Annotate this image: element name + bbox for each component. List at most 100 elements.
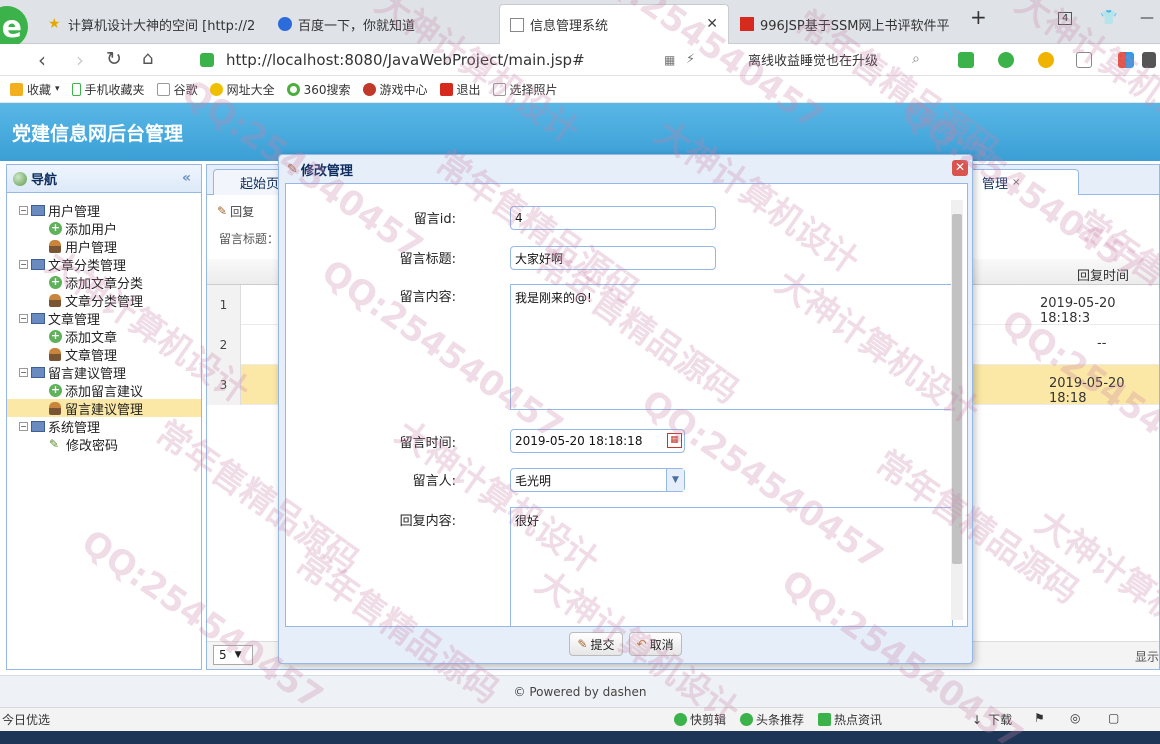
status-item-label: 快剪辑 [690,713,727,727]
tree-toggle-icon[interactable]: − [19,259,28,269]
window-icon[interactable]: ▢ [1108,711,1119,725]
page-icon [156,82,170,96]
scrollbar-thumb[interactable] [952,214,962,564]
sidebar-item[interactable]: − 用户管理 [7,201,201,220]
sidebar-item[interactable]: − 系统管理 [7,417,201,436]
reload-icon[interactable]: ↻ [106,48,122,70]
reply-button[interactable]: ✎ 回复 [217,203,254,220]
sidebar-item[interactable]: ✎ 修改密码 [7,435,201,454]
sidebar-item[interactable]: + 添加用户 [7,219,201,238]
home-icon[interactable]: ⌂ [142,48,153,69]
news-icon [818,713,831,726]
bookmark-hao[interactable]: 网址大全 [209,81,275,98]
menu-icon[interactable] [1142,52,1156,68]
sidebar-item[interactable]: 留言建议管理 [7,399,201,418]
status-today-picks[interactable]: 今日优选 [2,711,50,728]
browser-tab-strip: e ★ 计算机设计大神的空间 [http://2 百度一下，你就知道 信息管理系… [0,0,1160,48]
nav-globe-icon [13,171,27,186]
translate-icon[interactable] [998,52,1014,68]
dialog-body: 留言id: 4 留言标题: 大家好啊 留言内容: 我是刚来的@! 留言时间: 2… [285,183,968,627]
page-icon [492,82,506,96]
scissors-icon[interactable] [958,52,974,68]
submit-button[interactable]: ✎ 提交 [569,632,623,656]
shirt-icon[interactable]: 👕 [1100,10,1117,26]
screenshot-icon[interactable] [1076,52,1092,68]
sidebar-item[interactable]: − 留言建议管理 [7,363,201,382]
browser-icon[interactable]: ◎ [1070,711,1080,725]
browser-tab-active[interactable]: 信息管理系统 ✕ [499,4,729,44]
calendar-icon[interactable]: ▦ [667,433,682,448]
bookmark-360[interactable]: 360搜索 [286,81,351,98]
content-textarea[interactable]: 我是刚来的@! [510,284,953,410]
cell-reply-time: -- [1097,336,1107,351]
sidebar-item[interactable]: 文章管理 [7,345,201,364]
status-item-news[interactable]: 热点资讯 [818,711,882,728]
bookmark-favorites[interactable]: 收藏 ▾ [10,81,60,98]
dialog-scrollbar[interactable] [951,200,963,620]
id-field[interactable]: 4 [510,206,716,230]
cell-reply-time: 2019-05-20 18:18:3 [1040,296,1116,326]
search-icon[interactable]: ⌕ [912,51,920,67]
coin-icon[interactable] [1038,52,1054,68]
os-taskbar [0,731,1160,744]
forward-icon[interactable]: › [76,48,84,72]
cancel-button[interactable]: ↶ 取消 [628,632,682,656]
sidebar-item-label: 留言建议管理 [48,366,127,382]
lightning-icon[interactable]: ⚡ [686,52,695,67]
status-item-headlines[interactable]: 头条推荐 [740,711,804,728]
bookmark-games[interactable]: 游戏中心 [362,81,428,98]
tab-count-badge[interactable]: 4 [1058,12,1073,25]
collapse-icon[interactable]: « [182,170,191,186]
bookmark-exit[interactable]: 退出 [439,81,481,98]
browser-tab[interactable]: 百度一下，你就知道 [268,4,496,44]
datetime-field[interactable]: 2019-05-20 18:18:18 ▦ [510,429,685,453]
sidebar-item[interactable]: 文章分类管理 [7,291,201,310]
baidu-paw-icon [278,17,292,31]
status-item-clip[interactable]: 快剪辑 [674,711,726,728]
bookmark-mobile[interactable]: 手机收藏夹 [71,81,145,98]
user-select-value: 毛光明 [515,473,552,488]
bookmark-google[interactable]: 谷歌 [156,81,198,98]
tab-manage[interactable]: 管理 × [969,169,1079,195]
row-number: 3 [207,365,241,405]
browser-logo-icon: e [0,6,28,48]
page-size-select[interactable]: 5 ▼ [213,645,253,665]
field-label-reply: 回复内容: [399,514,456,529]
flag-icon[interactable]: ⚑ [1034,711,1045,725]
chevron-down-icon: ▼ [234,650,242,660]
apps-icon[interactable] [1118,52,1134,68]
promo-text[interactable]: 离线收益睡觉也在升级 [748,50,878,69]
sidebar-item[interactable]: + 添加留言建议 [7,381,201,400]
sidebar-item[interactable]: − 文章分类管理 [7,255,201,274]
reply-textarea[interactable]: 很好 [510,507,953,626]
sidebar-item[interactable]: + 添加文章 [7,327,201,346]
bookmark-photo[interactable]: 选择照片 [492,81,558,98]
browser-tab[interactable]: ★ 计算机设计大神的空间 [http://2 [38,4,266,44]
close-tab-icon[interactable]: × [1012,177,1020,188]
sidebar-item-label: 文章管理 [48,312,101,328]
close-dialog-button[interactable]: ✕ [952,160,968,176]
tree-toggle-icon[interactable]: − [19,205,28,215]
title-field[interactable]: 大家好啊 [510,246,716,270]
add-icon: + [49,328,62,343]
status-item-download[interactable]: ↓ 下载 [972,711,1012,728]
edit-dialog: ✎ 修改管理 ✕ 留言id: 4 留言标题: 大家好啊 留言内容: 我是刚来的@… [278,154,973,664]
tree-toggle-icon[interactable]: − [19,313,28,323]
sidebar-item[interactable]: − 文章管理 [7,309,201,328]
pencil-icon: ✎ [287,161,298,177]
back-icon[interactable]: ‹ [38,48,46,72]
sidebar-item[interactable]: + 添加文章分类 [7,273,201,292]
user-select[interactable]: 毛光明 ▼ [510,468,685,492]
nav-header: 导航 « [7,165,201,193]
sidebar-item[interactable]: 用户管理 [7,237,201,256]
browser-tab[interactable]: 996JSP基于SSM网上书评软件平 [730,4,958,44]
close-tab-icon[interactable]: ✕ [706,16,718,32]
tree-toggle-icon[interactable]: − [19,367,28,377]
tree-toggle-icon[interactable]: − [19,421,28,431]
new-tab-button[interactable]: + [970,5,987,29]
minimize-icon[interactable]: — [1140,10,1154,26]
url-field[interactable]: http://localhost:8080/JavaWebProject/mai… [200,49,720,71]
star-icon: ★ [48,16,61,32]
address-bar: ‹ › ↻ ⌂ http://localhost:8080/JavaWebPro… [0,44,1160,76]
grid-icon[interactable]: ▦ [664,53,675,67]
